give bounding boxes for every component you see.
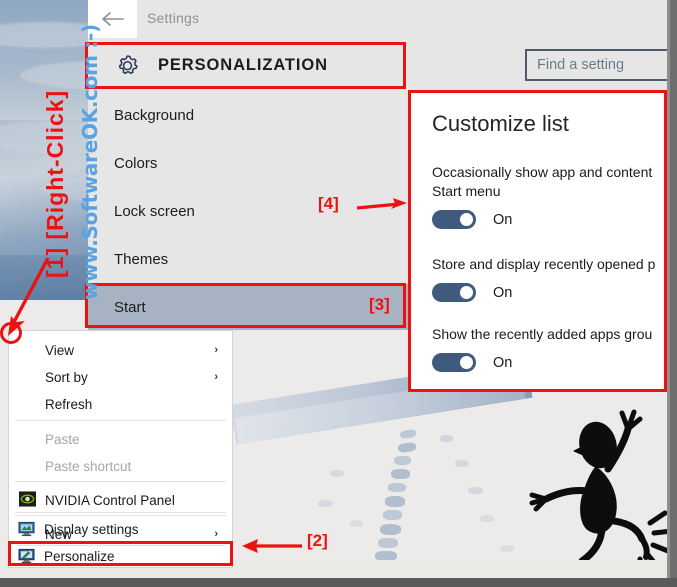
window-title: Settings: [147, 10, 200, 26]
marker-2: [2]: [307, 531, 328, 550]
chevron-right-icon: ›: [214, 344, 218, 356]
monitor-icon: [18, 521, 35, 537]
search-input[interactable]: Find a setting: [525, 49, 677, 81]
window-frame-bottom: [0, 578, 677, 587]
marker-4: [4]: [318, 194, 339, 213]
highlight-box-start: [85, 283, 406, 328]
context-menu-item-paste-shortcut: Paste shortcut: [9, 453, 232, 479]
highlight-box-personalize: [8, 541, 233, 566]
context-menu-item-label: Refresh: [45, 396, 93, 412]
footprint: [455, 460, 469, 467]
marker-3: [3]: [369, 295, 390, 314]
cursor-highlight-circle: [0, 322, 22, 344]
context-menu-item-label: Sort by: [45, 369, 88, 385]
sidebar-item-label: Lock screen: [114, 202, 195, 220]
back-arrow-icon: [101, 12, 124, 26]
sidebar-item-label: Background: [114, 106, 195, 124]
chevron-right-icon: ›: [214, 371, 218, 383]
context-menu-item-label: Paste shortcut: [45, 458, 132, 474]
context-menu-item-label: Display settings: [44, 521, 139, 537]
context-menu-item-nvidia-control-panel[interactable]: NVIDIA Control Panel: [9, 487, 232, 513]
context-menu-item-sort-by[interactable]: Sort by ›: [9, 364, 232, 390]
footprint: [440, 435, 453, 442]
footprint: [383, 510, 402, 520]
window-frame-right: [670, 0, 677, 587]
footprint: [388, 483, 406, 492]
highlight-box-customize-list: [408, 90, 667, 392]
footprint: [468, 487, 483, 494]
footprint: [380, 524, 401, 535]
stick-figure-silhouette: [529, 409, 675, 576]
sidebar-item-themes[interactable]: Themes: [88, 236, 418, 282]
highlight-box-personalization: [85, 42, 406, 89]
context-menu-separator: [15, 420, 226, 421]
context-menu-separator: [15, 481, 226, 482]
context-menu-separator: [15, 512, 226, 513]
footprint: [330, 470, 344, 477]
context-menu-item-display-settings[interactable]: Display settings: [8, 516, 231, 542]
settings-titlebar: Settings: [88, 0, 673, 38]
arrow-4-icon: [356, 198, 407, 210]
context-menu-item-paste: Paste: [9, 426, 232, 452]
sidebar-item-colors[interactable]: Colors: [88, 140, 418, 186]
arrow-2-icon: [242, 539, 302, 553]
nvidia-icon: [19, 491, 36, 507]
sidebar-item-label: Themes: [114, 250, 169, 268]
footprint: [378, 538, 398, 548]
footprint: [391, 469, 410, 479]
context-menu-item-label: NVIDIA Control Panel: [45, 492, 175, 508]
footprint: [385, 496, 405, 507]
context-menu-item-label: Paste: [45, 431, 80, 447]
watermark-left: www.SoftwareOK.com :-): [78, 24, 102, 300]
footprint: [394, 456, 411, 465]
sidebar-item-background[interactable]: Background: [88, 92, 418, 138]
screenshot-root: www.SoftwareOK.com :-) Settings PERSONAL…: [0, 0, 677, 587]
footprint: [318, 500, 333, 507]
context-menu-item-refresh[interactable]: Refresh: [9, 391, 232, 417]
footprint: [350, 520, 363, 527]
sidebar-item-label: Colors: [114, 154, 158, 172]
search-placeholder-text: Find a setting: [537, 57, 625, 73]
